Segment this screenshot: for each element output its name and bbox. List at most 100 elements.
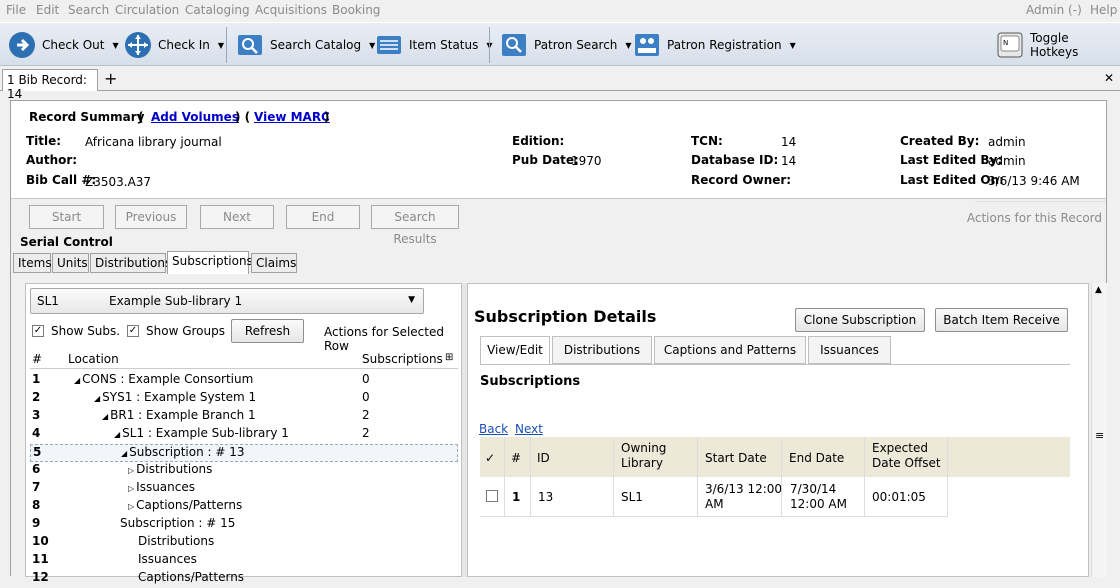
header-id[interactable]: ID xyxy=(537,451,550,465)
record-tabstrip: 1 Bib Record: 14 + ✕ xyxy=(0,67,1120,101)
last-edited-by-label: Last Edited By: xyxy=(900,153,1003,167)
clone-subscription-button[interactable]: Clone Subscription xyxy=(795,308,925,332)
tree-row[interactable]: 3 ◢ BR1 : Example Branch 1 2 xyxy=(30,408,458,426)
col-subscriptions-header[interactable]: Subscriptions xyxy=(362,352,443,366)
column-picker-icon[interactable]: ⊞ xyxy=(445,352,453,363)
tab-subscriptions[interactable]: Subscriptions xyxy=(167,251,253,274)
tree-row[interactable]: 1 ◢ CONS : Example Consortium 0 xyxy=(30,372,458,390)
menu-circulation[interactable]: Circulation xyxy=(115,3,179,17)
tab-distributions[interactable]: Distributions xyxy=(90,253,171,273)
tree-row[interactable]: 11 Issuances xyxy=(30,552,458,570)
menu-file[interactable]: File xyxy=(6,3,26,17)
actions-for-record-menu[interactable]: Actions for this Record xyxy=(967,211,1102,225)
menu-help[interactable]: Help xyxy=(1090,3,1117,17)
patron-search-dropdown-icon[interactable]: ▼ xyxy=(625,41,631,50)
collapsed-arrow-icon[interactable]: ▷ xyxy=(128,502,134,511)
tab-claims[interactable]: Claims xyxy=(251,253,297,273)
check-in-dropdown-icon[interactable]: ▼ xyxy=(218,41,224,50)
show-groups-checkbox[interactable]: ✓ xyxy=(127,325,139,337)
header-start-date[interactable]: Start Date xyxy=(705,451,767,465)
tree-row-location-cell: Distributions xyxy=(138,534,214,548)
start-button[interactable]: Start xyxy=(29,205,104,229)
item-status-label: Item Status xyxy=(409,38,479,52)
item-status-button[interactable]: Item Status ▼ xyxy=(375,29,493,61)
tab-units[interactable]: Units xyxy=(52,253,89,273)
expanded-arrow-icon[interactable]: ◢ xyxy=(94,394,100,403)
tree-row-location: Issuances xyxy=(136,480,195,494)
next-link[interactable]: Next xyxy=(515,422,543,436)
tab-issuances[interactable]: Issuances xyxy=(808,336,891,364)
expanded-arrow-icon[interactable]: ◢ xyxy=(74,376,80,385)
expanded-arrow-icon[interactable]: ◢ xyxy=(102,412,108,421)
keyboard-key-icon: N xyxy=(996,31,1024,59)
expanded-arrow-icon[interactable]: ◢ xyxy=(114,430,120,439)
back-link[interactable]: Back xyxy=(479,422,508,436)
tree-row[interactable]: 5 ◢ Subscription : # 13 xyxy=(30,444,458,462)
scroll-up-icon[interactable]: ▲ xyxy=(1095,285,1102,295)
check-out-dropdown-icon[interactable]: ▼ xyxy=(112,41,118,50)
toggle-hotkeys-button[interactable]: N Toggle Hotkeys xyxy=(996,29,1120,61)
tree-row-number: 10 xyxy=(32,534,49,548)
header-owning-library[interactable]: Owning Library xyxy=(621,441,691,471)
collapsed-arrow-icon[interactable]: ▷ xyxy=(128,484,134,493)
patron-registration-button[interactable]: Patron Registration ▼ xyxy=(633,29,796,61)
menu-edit[interactable]: Edit xyxy=(36,3,59,17)
col-num-header[interactable]: # xyxy=(32,352,42,366)
col-location-header[interactable]: Location xyxy=(68,352,119,366)
details-scrollbar[interactable]: ▲ ≡ xyxy=(1091,283,1107,577)
menu-admin[interactable]: Admin (-) xyxy=(1026,3,1082,17)
previous-button[interactable]: Previous xyxy=(115,205,187,229)
refresh-button[interactable]: Refresh xyxy=(231,319,304,343)
add-volumes-link[interactable]: Add Volumes xyxy=(151,110,239,124)
tree-row[interactable]: 10 Distributions xyxy=(30,534,458,552)
tree-row-number: 8 xyxy=(32,498,41,512)
next-button[interactable]: Next xyxy=(200,205,274,229)
tab-bib-record[interactable]: 1 Bib Record: 14 xyxy=(2,69,98,101)
add-tab-icon[interactable]: + xyxy=(104,69,117,88)
menu-search[interactable]: Search xyxy=(68,3,109,17)
collapsed-arrow-icon[interactable]: ▷ xyxy=(128,466,134,475)
check-out-button[interactable]: Check Out ▼ xyxy=(8,29,119,61)
close-tab-icon[interactable]: ✕ xyxy=(1104,71,1114,85)
expanded-arrow-icon[interactable]: ◢ xyxy=(121,449,127,458)
show-subs-checkbox[interactable]: ✓ xyxy=(32,325,44,337)
menu-acquisitions[interactable]: Acquisitions xyxy=(255,3,327,17)
check-in-label: Check In xyxy=(158,38,210,52)
tree-row[interactable]: 2 ◢ SYS1 : Example System 1 0 xyxy=(30,390,458,408)
row-owning-library: SL1 xyxy=(621,490,643,504)
table-row[interactable]: 1 13 SL1 3/6/13 12:00 AM 7/30/14 12:00 A… xyxy=(480,477,947,517)
tab-distributions-detail[interactable]: Distributions xyxy=(552,336,652,364)
search-catalog-button[interactable]: Search Catalog ▼ xyxy=(236,29,375,61)
tree-row[interactable]: 12 Captions/Patterns xyxy=(30,570,458,588)
tree-row-number: 6 xyxy=(32,462,41,476)
header-num[interactable]: # xyxy=(511,451,521,465)
patron-search-button[interactable]: Patron Search ▼ xyxy=(500,29,632,61)
tree-row[interactable]: 6 ▷ Distributions xyxy=(30,462,458,480)
tab-view-edit[interactable]: View/Edit xyxy=(480,336,550,364)
tree-row[interactable]: 4 ◢ SL1 : Example Sub-library 1 2 xyxy=(30,426,458,444)
search-catalog-label: Search Catalog xyxy=(270,38,362,52)
database-id-value: 14 xyxy=(781,154,797,168)
header-check[interactable]: ✓ xyxy=(485,451,495,465)
view-marc-link[interactable]: View MARC xyxy=(254,110,330,124)
row-checkbox[interactable] xyxy=(486,490,498,502)
library-selector[interactable]: SL1 Example Sub-library 1 ▼ xyxy=(30,288,424,314)
scroll-grip-icon[interactable]: ≡ xyxy=(1095,429,1104,442)
end-button[interactable]: End xyxy=(286,205,360,229)
patron-registration-dropdown-icon[interactable]: ▼ xyxy=(790,41,796,50)
tcn-value: 14 xyxy=(781,135,797,149)
tree-row[interactable]: 9 Subscription : # 15 xyxy=(30,516,458,534)
tree-row[interactable]: 7 ▷ Issuances xyxy=(30,480,458,498)
check-in-icon xyxy=(124,31,152,59)
menu-cataloging[interactable]: Cataloging xyxy=(185,3,250,17)
header-end-date[interactable]: End Date xyxy=(789,451,844,465)
search-results-button[interactable]: Search Results xyxy=(371,205,459,246)
header-expected-date-offset[interactable]: Expected Date Offset xyxy=(872,441,947,471)
tree-row[interactable]: 8 ▷ Captions/Patterns xyxy=(30,498,458,516)
tree-row-location: SYS1 : Example System 1 xyxy=(102,390,257,404)
tab-captions-patterns[interactable]: Captions and Patterns xyxy=(654,336,806,364)
tab-items[interactable]: Items xyxy=(13,253,52,273)
batch-item-receive-button[interactable]: Batch Item Receive xyxy=(935,308,1068,332)
check-in-button[interactable]: Check In ▼ xyxy=(124,29,224,61)
menu-booking[interactable]: Booking xyxy=(332,3,380,17)
